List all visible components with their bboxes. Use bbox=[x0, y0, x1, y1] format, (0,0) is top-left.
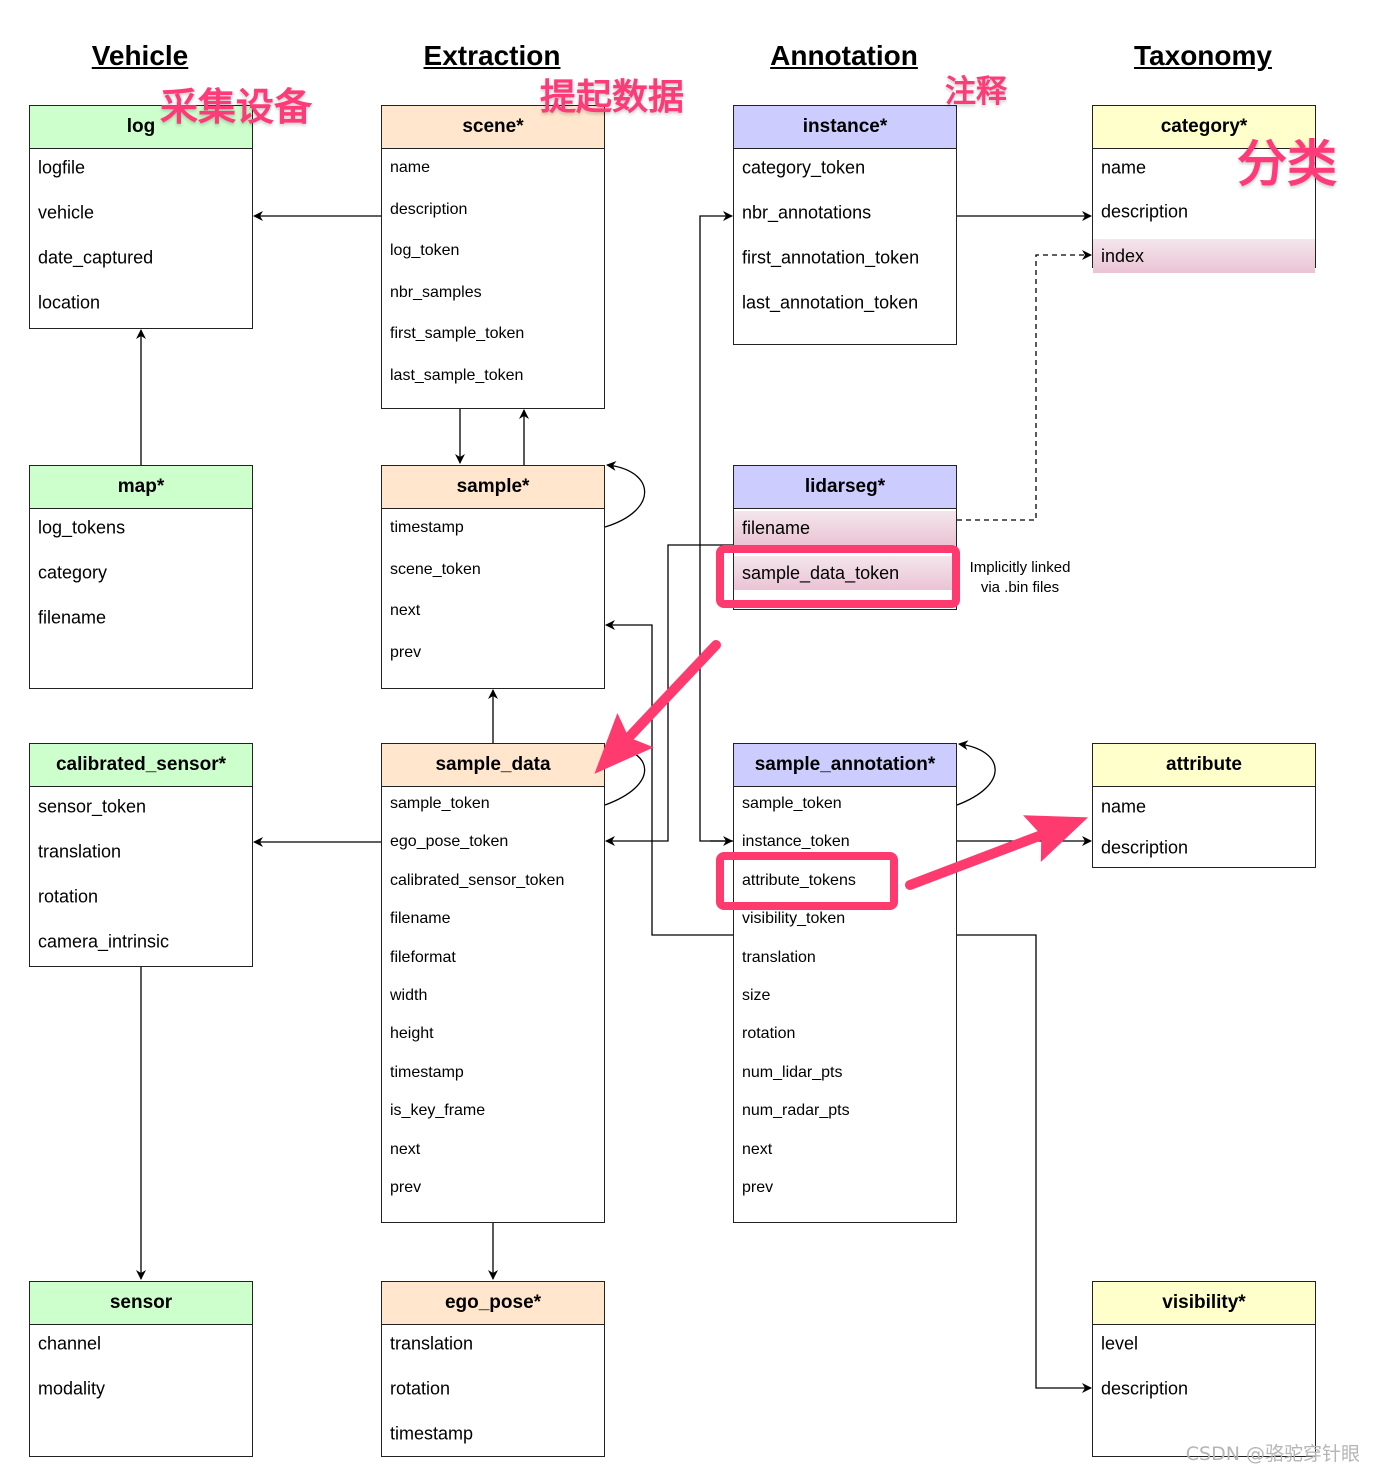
annotation-to-instance bbox=[699, 211, 733, 842]
highlight-box-sample-data-token bbox=[716, 545, 960, 608]
sample-self-loop bbox=[604, 460, 646, 528]
label-annotation-cn: 注释 bbox=[945, 74, 1007, 110]
schema-diagram: Vehicle Extraction Annotation Taxonomy l… bbox=[0, 0, 1376, 1472]
annotation-to-sample bbox=[605, 620, 733, 936]
note-line-2: via .bin files bbox=[980, 579, 1060, 596]
annotation-self-loop bbox=[956, 740, 996, 806]
lidarseg-to-category bbox=[957, 250, 1092, 521]
highlight-arrow-to-sample-data bbox=[594, 640, 721, 774]
annotation-to-visibility bbox=[957, 934, 1092, 1393]
implicit-link-note: Implicitly linked via .bin files bbox=[962, 558, 1078, 598]
note-line-1: Implicitly linked bbox=[969, 559, 1071, 576]
label-vehicle-cn: 采集设备 bbox=[160, 85, 313, 129]
connectors bbox=[136, 211, 1092, 1393]
watermark: CSDN @骆驼穿针眼 bbox=[1185, 1443, 1360, 1465]
label-taxonomy-cn: 分类 bbox=[1237, 135, 1337, 193]
highlight-box-attribute-tokens bbox=[716, 852, 898, 910]
label-extraction-cn: 提起数据 bbox=[540, 77, 685, 118]
highlight-arrow-to-attribute bbox=[905, 815, 1089, 890]
